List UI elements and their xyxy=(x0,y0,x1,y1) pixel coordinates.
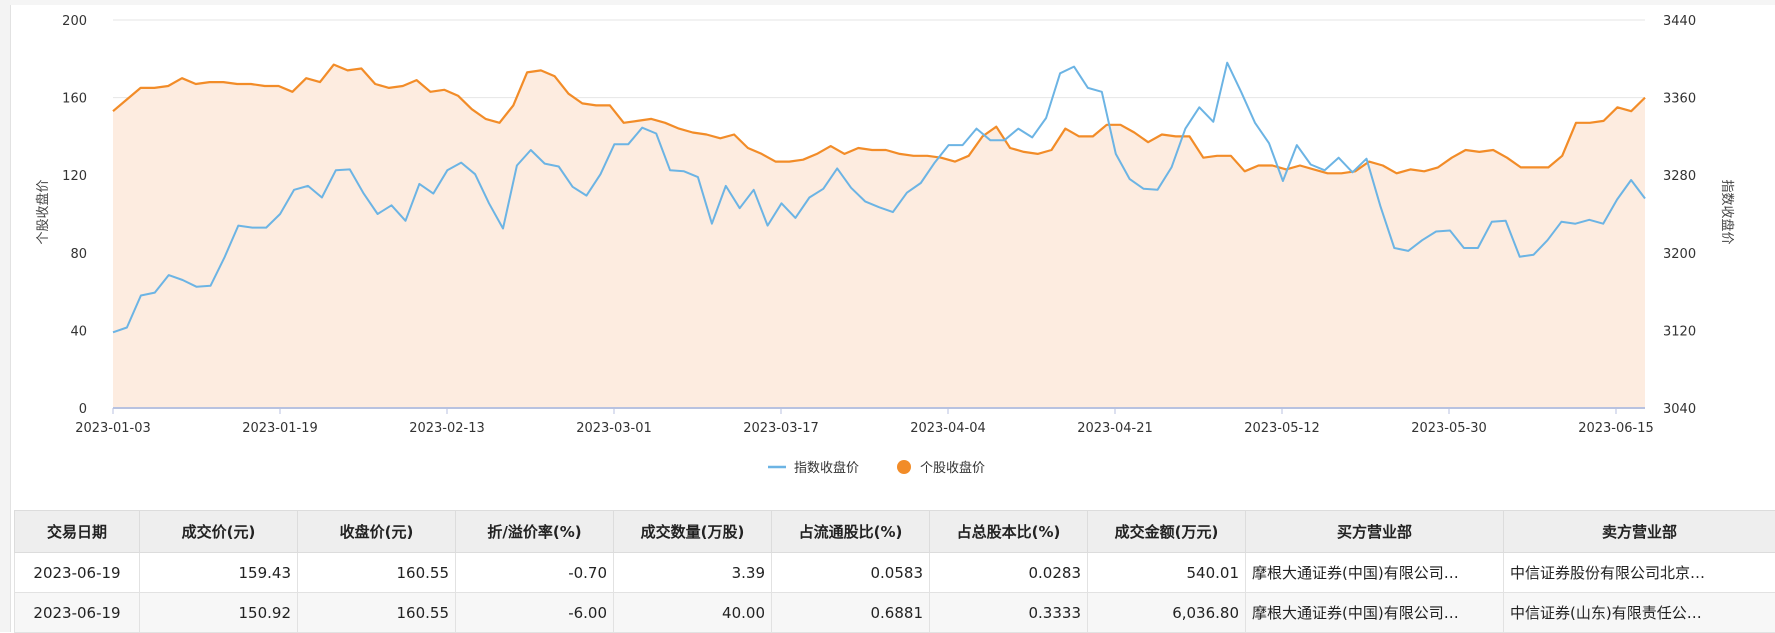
col-header-seller[interactable]: 卖方营业部 xyxy=(1504,511,1775,553)
x-tick-label: 2023-04-21 xyxy=(1077,421,1153,436)
y-axis-right-ticks: 3040 3120 3200 3280 3360 3440 xyxy=(1663,14,1696,417)
cell-close-price: 160.55 xyxy=(298,553,456,593)
cell-trade-date: 2023-06-19 xyxy=(15,553,140,593)
x-tick-label: 2023-01-03 xyxy=(75,421,151,436)
cell-seller[interactable]: 中信证券(山东)有限责任公… xyxy=(1504,593,1775,633)
x-tick-label: 2023-01-19 xyxy=(242,421,318,436)
cell-buyer[interactable]: 摩根大通证券(中国)有限公司… xyxy=(1246,593,1504,633)
x-tick-label: 2023-03-17 xyxy=(743,421,819,436)
y-axis-right-title: 指数收盘价 xyxy=(1719,179,1735,244)
x-tick-label: 2023-05-12 xyxy=(1244,421,1320,436)
price-line-chart: 2023-01-03 2023-01-19 2023-02-13 2023-03-01… xyxy=(0,0,1775,500)
y-left-tick-label: 40 xyxy=(70,324,87,339)
cell-amount: 540.01 xyxy=(1088,553,1246,593)
cell-seller[interactable]: 中信证券股份有限公司北京… xyxy=(1504,553,1775,593)
cell-trade-date: 2023-06-19 xyxy=(15,593,140,633)
x-tick-label: 2023-05-30 xyxy=(1411,421,1487,436)
legend-dot-swatch-icon xyxy=(897,460,911,474)
cell-deal-price: 150.92 xyxy=(140,593,298,633)
col-header-amount[interactable]: 成交金额(万元) xyxy=(1088,511,1246,553)
col-header-close-price[interactable]: 收盘价(元) xyxy=(298,511,456,553)
col-header-volume[interactable]: 成交数量(万股) xyxy=(614,511,772,553)
col-header-deal-price[interactable]: 成交价(元) xyxy=(140,511,298,553)
col-header-total-ratio[interactable]: 占总股本比(%) xyxy=(930,511,1088,553)
legend: 指数收盘价 个股收盘价 xyxy=(768,460,985,476)
y-right-tick-label: 3200 xyxy=(1663,247,1696,262)
table-row: 2023-06-19 159.43 160.55 -0.70 3.39 0.05… xyxy=(15,553,1775,593)
cell-total-ratio: 0.3333 xyxy=(930,593,1088,633)
cell-float-ratio: 0.6881 xyxy=(772,593,930,633)
stock-close-area xyxy=(113,65,1645,408)
col-header-premium-rate[interactable]: 折/溢价率(%) xyxy=(456,511,614,553)
cell-float-ratio: 0.0583 xyxy=(772,553,930,593)
col-header-buyer[interactable]: 买方营业部 xyxy=(1246,511,1504,553)
y-right-tick-label: 3120 xyxy=(1663,324,1696,339)
cell-close-price: 160.55 xyxy=(298,593,456,633)
y-left-tick-label: 0 xyxy=(79,402,87,417)
x-tick-label: 2023-06-15 xyxy=(1578,421,1654,436)
y-left-tick-label: 120 xyxy=(62,169,87,184)
x-tick-label: 2023-03-01 xyxy=(576,421,652,436)
table-row: 2023-06-19 150.92 160.55 -6.00 40.00 0.6… xyxy=(15,593,1775,633)
x-tick-label: 2023-04-04 xyxy=(910,421,986,436)
y-right-tick-label: 3280 xyxy=(1663,169,1696,184)
y-axis-left-ticks: 0 40 80 120 160 200 xyxy=(62,14,87,417)
cell-deal-price: 159.43 xyxy=(140,553,298,593)
cell-volume: 3.39 xyxy=(614,553,772,593)
legend-item-stock[interactable]: 个股收盘价 xyxy=(897,460,985,476)
y-axis-left-title: 个股收盘价 xyxy=(35,179,51,244)
y-right-tick-label: 3440 xyxy=(1663,14,1696,29)
cell-premium-rate: -0.70 xyxy=(456,553,614,593)
block-trade-table-container: 交易日期 成交价(元) 收盘价(元) 折/溢价率(%) 成交数量(万股) 占流通… xyxy=(14,510,1775,633)
y-right-tick-label: 3360 xyxy=(1663,92,1696,107)
y-left-tick-label: 200 xyxy=(62,14,87,29)
x-axis-ticks: 2023-01-03 2023-01-19 2023-02-13 2023-03-01… xyxy=(75,408,1654,436)
table-header-row: 交易日期 成交价(元) 收盘价(元) 折/溢价率(%) 成交数量(万股) 占流通… xyxy=(15,511,1775,553)
cell-premium-rate: -6.00 xyxy=(456,593,614,633)
col-header-float-ratio[interactable]: 占流通股比(%) xyxy=(772,511,930,553)
cell-volume: 40.00 xyxy=(614,593,772,633)
cell-buyer[interactable]: 摩根大通证券(中国)有限公司… xyxy=(1246,553,1504,593)
legend-label-stock: 个股收盘价 xyxy=(920,460,985,476)
block-trade-table: 交易日期 成交价(元) 收盘价(元) 折/溢价率(%) 成交数量(万股) 占流通… xyxy=(14,510,1775,633)
legend-label-index: 指数收盘价 xyxy=(794,460,859,476)
legend-item-index[interactable]: 指数收盘价 xyxy=(768,460,859,476)
y-right-tick-label: 3040 xyxy=(1663,402,1696,417)
x-tick-label: 2023-02-13 xyxy=(409,421,485,436)
col-header-trade-date[interactable]: 交易日期 xyxy=(15,511,140,553)
y-left-tick-label: 80 xyxy=(70,247,87,262)
y-left-tick-label: 160 xyxy=(62,92,87,107)
cell-total-ratio: 0.0283 xyxy=(930,553,1088,593)
cell-amount: 6,036.80 xyxy=(1088,593,1246,633)
